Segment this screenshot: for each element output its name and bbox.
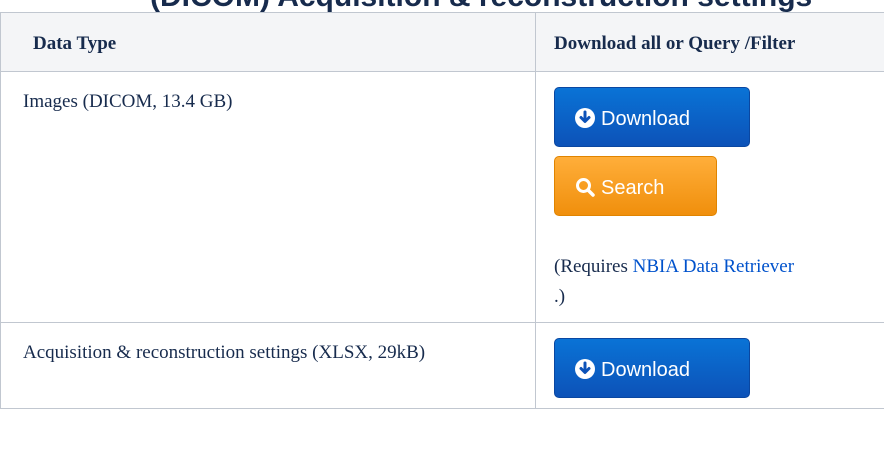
- header-data-type: Data Type: [0, 12, 536, 72]
- table-row: Acquisition & reconstruction settings (X…: [0, 322, 884, 409]
- circle-down-arrow-icon: [575, 359, 595, 379]
- download-button-label: Download: [601, 108, 690, 130]
- table-row: Images (DICOM, 13.4 GB) Download Search …: [0, 71, 884, 323]
- magnifier-icon: [576, 178, 595, 197]
- section-heading-clipped: (DICOM) Acquisition & reconstruction set…: [0, 0, 884, 12]
- nbia-data-retriever-link[interactable]: NBIA Data Retriever: [633, 256, 794, 277]
- search-images-button[interactable]: Search: [554, 156, 717, 216]
- cell-actions: Download Search (Requires NBIA Data Retr…: [535, 71, 884, 323]
- search-button-label: Search: [601, 177, 665, 199]
- header-download-query-label: Download all or Query /Filter: [554, 33, 796, 54]
- note-suffix: .): [554, 286, 566, 307]
- download-button-label: Download: [601, 359, 690, 381]
- cell-actions: Download: [535, 322, 884, 409]
- data-type-label: Acquisition & reconstruction settings (X…: [23, 342, 426, 363]
- data-table: Data Type Download all or Query /Filter …: [0, 12, 884, 409]
- table-header-row: Data Type Download all or Query /Filter: [0, 12, 884, 72]
- download-images-button[interactable]: Download: [554, 87, 750, 147]
- requirement-note: (Requires NBIA Data Retriever .): [554, 252, 884, 312]
- circle-down-arrow-icon: [575, 108, 595, 128]
- header-download-query: Download all or Query /Filter: [535, 12, 884, 72]
- cell-data-type: Acquisition & reconstruction settings (X…: [0, 322, 536, 409]
- cell-data-type: Images (DICOM, 13.4 GB): [0, 71, 536, 323]
- download-settings-button[interactable]: Download: [554, 338, 750, 398]
- page: (DICOM) Acquisition & reconstruction set…: [0, 0, 884, 459]
- note-prefix: (Requires: [554, 256, 633, 277]
